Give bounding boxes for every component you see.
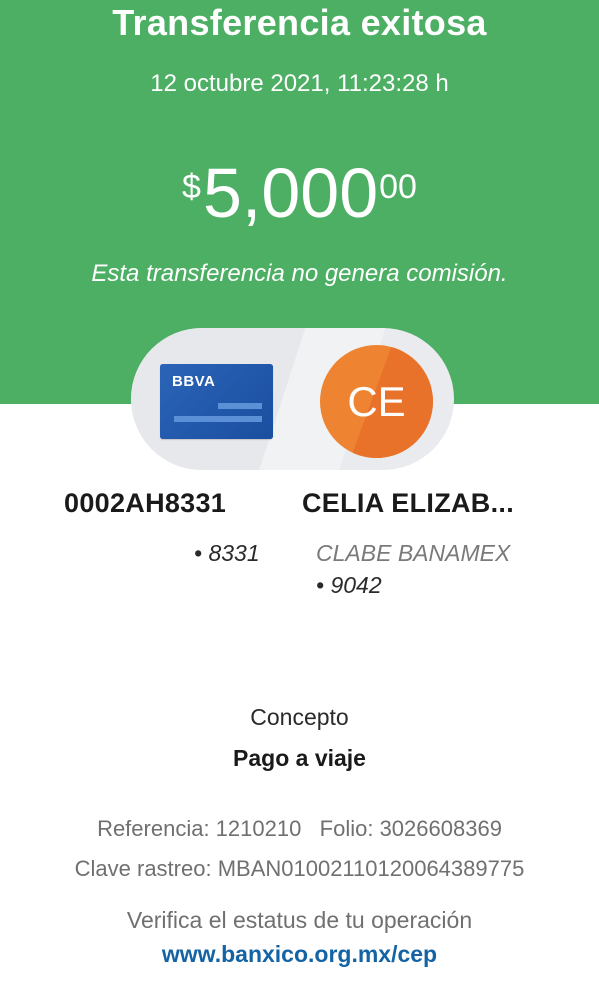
concept-value: Pago a viaje (233, 745, 366, 771)
amount-integer: 5,000 (202, 154, 379, 232)
recipient-avatar: CE (320, 345, 433, 458)
recipient-masked-number: • 9042 (316, 572, 382, 598)
bank-logo: BBVA (172, 373, 216, 390)
transfer-datetime: 12 octubre 2021, 11:23:28 h (150, 70, 449, 97)
recipient-bank: CLABE BANAMEX (316, 540, 511, 566)
page-title: Transferencia exitosa (112, 2, 487, 43)
reference-folio: Referencia: 1210210 Folio: 3026608369 (97, 816, 502, 841)
banxico-cep-link[interactable]: www.banxico.org.mx/cep (0, 941, 599, 968)
bank-card-icon: BBVA (160, 364, 273, 439)
amount-currency: $ (182, 168, 201, 206)
verify-status-text: Verifica el estatus de tu operación (126, 907, 473, 933)
origin-masked-number: • 8331 (194, 540, 260, 566)
fee-note: Esta transferencia no genera comisión. (91, 260, 508, 287)
card-line-short (218, 403, 262, 409)
concept-label: Concepto (250, 704, 349, 730)
card-line-long (174, 416, 262, 422)
recipient-name: CELIA ELIZAB... (302, 488, 514, 518)
tracking-key: Clave rastreo: MBAN01002110120064389775 (74, 856, 525, 881)
transfer-amount: $5,00000 (0, 158, 599, 228)
origin-account: 0002AH8331 (64, 488, 227, 518)
amount-decimals: 00 (379, 168, 417, 206)
avatar-initials: CE (347, 378, 406, 425)
